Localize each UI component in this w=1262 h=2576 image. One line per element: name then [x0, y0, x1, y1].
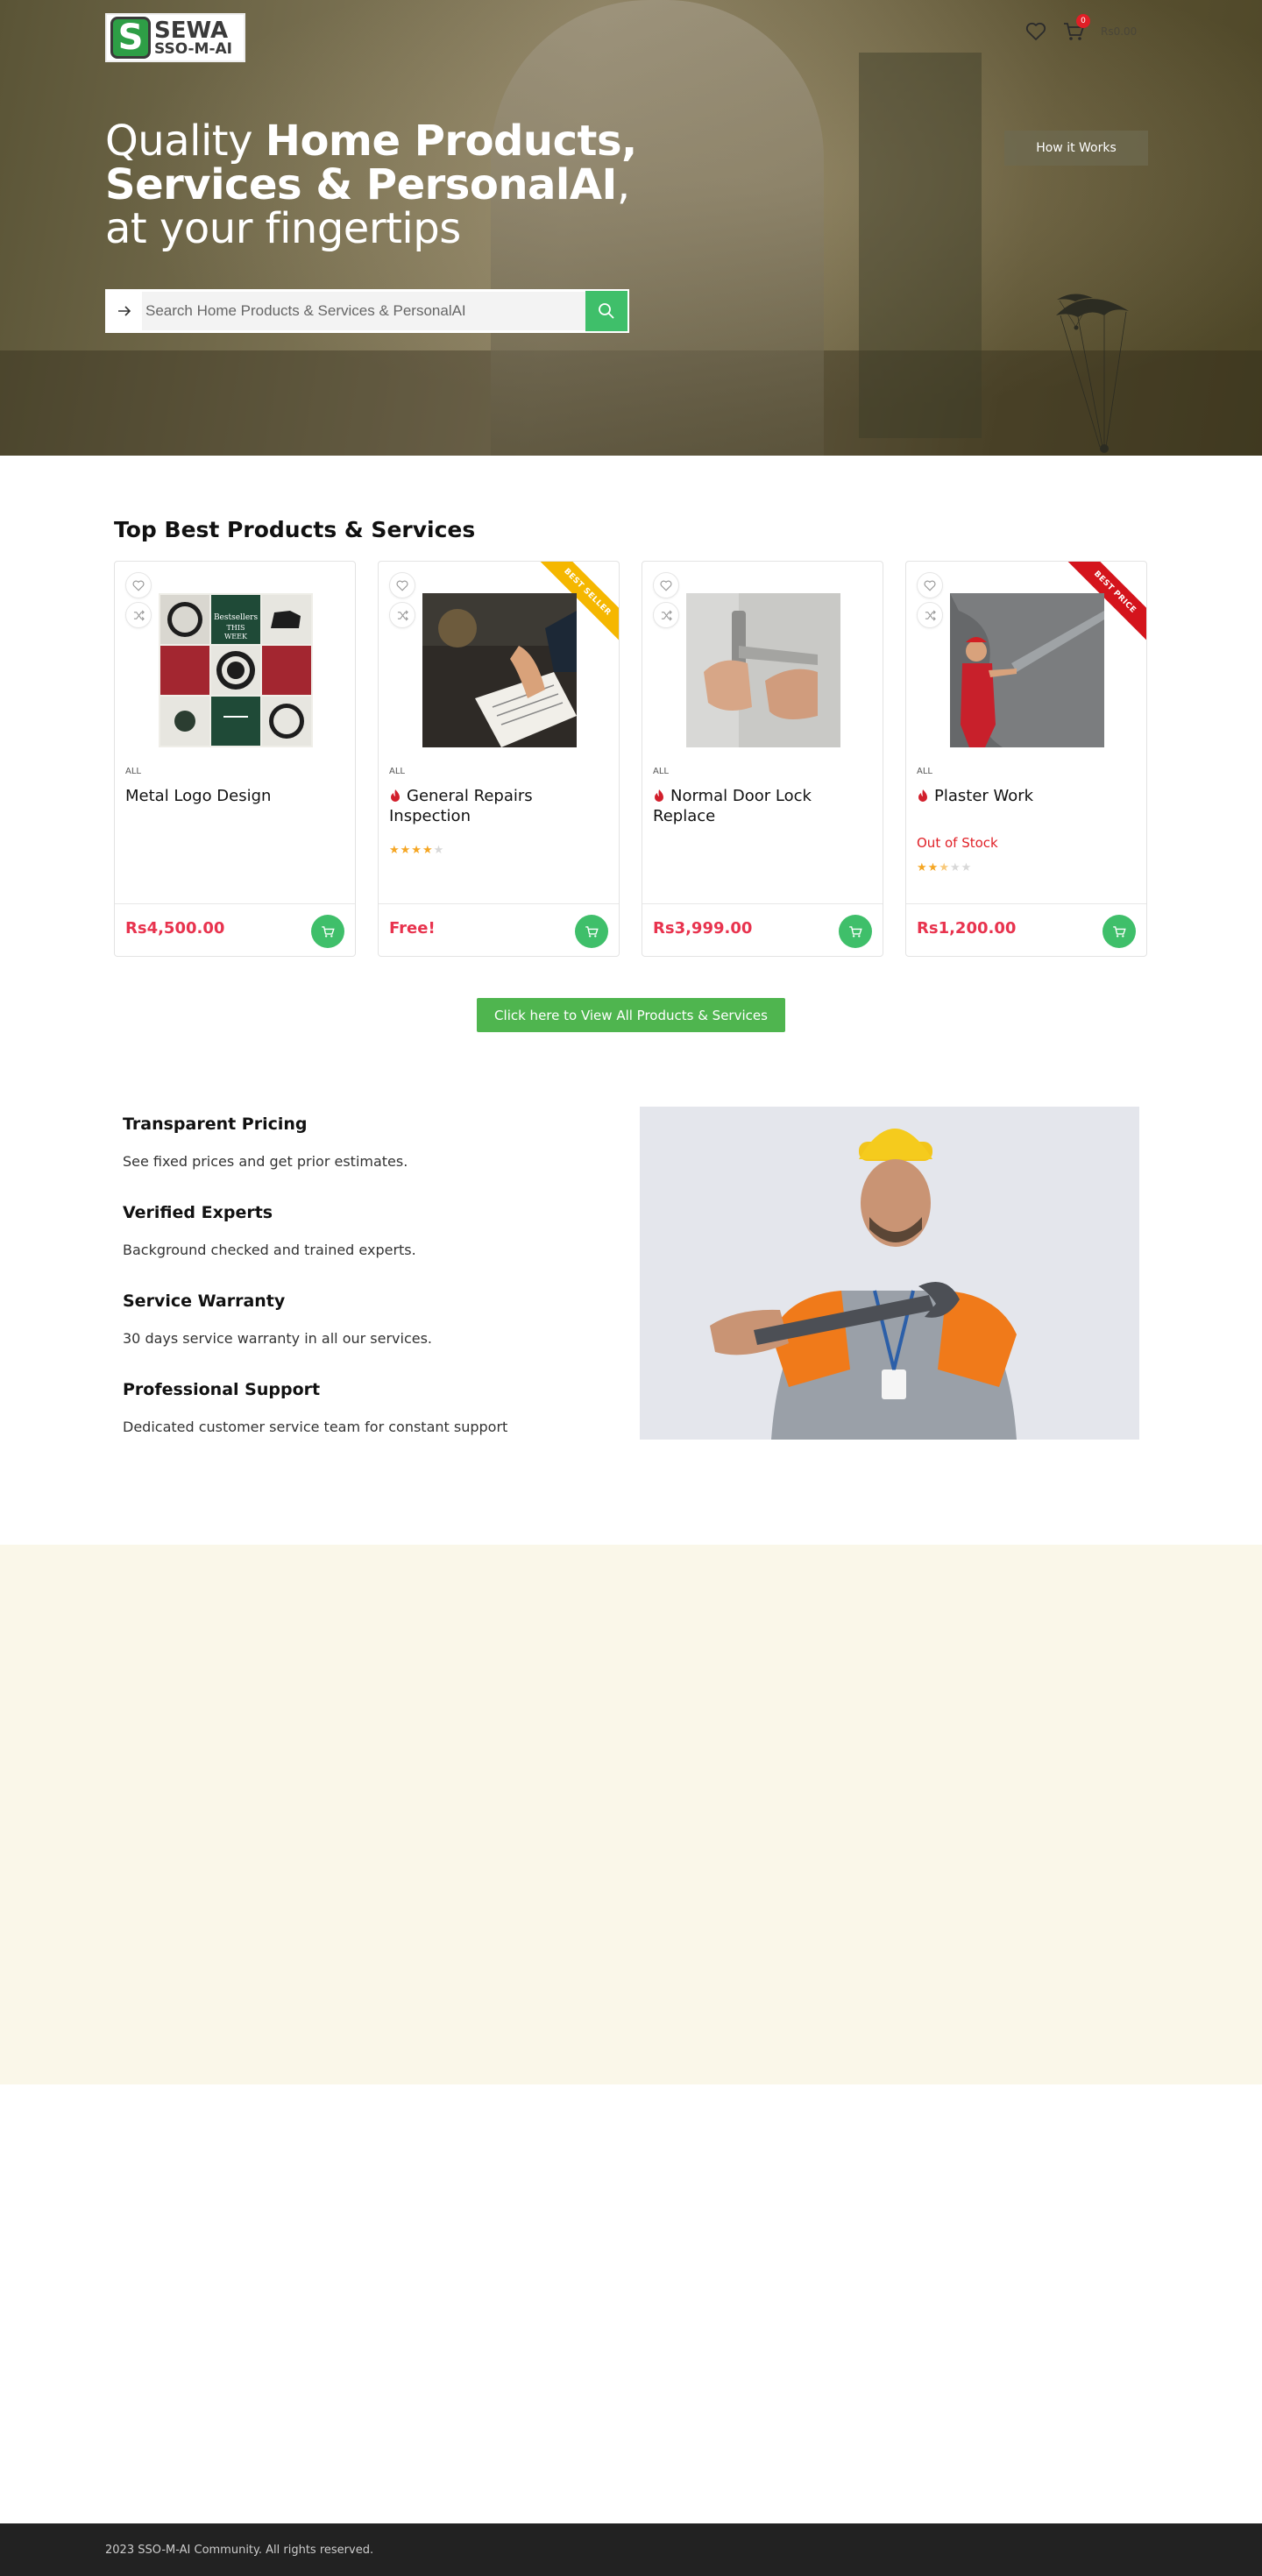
- cart-icon[interactable]: 0: [1062, 14, 1090, 42]
- add-to-cart-button[interactable]: [1102, 915, 1136, 948]
- product-grid: Bestsellers THIS WEEK ALL Metal Logo Desig…: [114, 561, 1147, 957]
- svg-text:Bestsellers: Bestsellers: [214, 613, 259, 622]
- card-divider: [906, 903, 1146, 904]
- product-card[interactable]: Bestsellers THIS WEEK ALL Metal Logo Desig…: [114, 561, 356, 957]
- product-category[interactable]: ALL: [125, 767, 141, 776]
- cart-plus-icon: [585, 925, 599, 938]
- copyright-text: 2023 SSO-M-AI Community. All rights rese…: [105, 2543, 374, 2557]
- view-all-products-button[interactable]: Click here to View All Products & Servic…: [477, 998, 785, 1032]
- product-card[interactable]: ALL Normal Door Lock Replace Rs3,999.00: [642, 561, 883, 957]
- site-footer: 2023 SSO-M-AI Community. All rights rese…: [0, 2523, 1262, 2576]
- search-button[interactable]: [585, 291, 627, 331]
- feature-item: Service Warranty 30 days service warrant…: [123, 1292, 561, 1347]
- add-to-cart-button[interactable]: [311, 915, 344, 948]
- search-bar: [105, 289, 629, 333]
- hero-drill-press: [859, 53, 982, 438]
- cart-count-badge: 0: [1076, 14, 1090, 28]
- product-image[interactable]: [422, 593, 577, 747]
- svg-text:WEEK: WEEK: [224, 633, 248, 640]
- rating-stars: ★★★★★: [389, 844, 445, 857]
- product-image[interactable]: [686, 593, 840, 747]
- feature-text: Background checked and trained experts.: [123, 1242, 416, 1258]
- heart-icon[interactable]: [653, 572, 679, 598]
- heart-icon[interactable]: [389, 572, 415, 598]
- product-image[interactable]: Bestsellers THIS WEEK: [159, 593, 313, 747]
- product-category[interactable]: ALL: [653, 767, 669, 776]
- arrow-right-icon: [107, 305, 142, 317]
- product-name-text[interactable]: General Repairs Inspection: [389, 787, 533, 825]
- feature-title: Verified Experts: [123, 1203, 273, 1222]
- product-name-text[interactable]: Plaster Work: [934, 787, 1033, 805]
- hero-line1-light: Quality: [105, 117, 266, 166]
- compare-icon[interactable]: [917, 602, 943, 628]
- cart-total[interactable]: Rs0.00: [1101, 25, 1137, 38]
- product-name[interactable]: General Repairs Inspection: [389, 786, 608, 826]
- product-price: Free!: [389, 919, 436, 938]
- feature-title: Service Warranty: [123, 1292, 286, 1311]
- feature-title: Professional Support: [123, 1380, 321, 1399]
- card-divider: [642, 903, 883, 904]
- hero-line1-bold: Home Products,: [265, 117, 638, 166]
- feature-title: Transparent Pricing: [123, 1115, 308, 1134]
- cart-plus-icon: [849, 925, 862, 938]
- search-icon: [599, 303, 614, 319]
- hero-line2-tail: ,: [616, 160, 630, 209]
- flame-icon: [655, 789, 663, 802]
- feature-item: Professional Support Dedicated customer …: [123, 1380, 561, 1435]
- worker-with-wrench-photo: [640, 1107, 1139, 1440]
- logo-text-secondary: SSO-M-AI: [154, 39, 233, 58]
- product-category[interactable]: ALL: [917, 767, 932, 776]
- card-divider: [379, 903, 619, 904]
- product-price: Rs1,200.00: [917, 919, 1017, 938]
- cream-section: [0, 1545, 1262, 2084]
- site-logo[interactable]: S SEWA SSO-M-AI: [105, 13, 245, 62]
- heart-icon[interactable]: [1025, 22, 1046, 41]
- hero-line3-light: at your fingertips: [105, 204, 461, 253]
- search-input[interactable]: [142, 292, 585, 330]
- logo-mark: S: [110, 17, 151, 59]
- feature-text: See fixed prices and get prior estimates…: [123, 1153, 408, 1170]
- product-name[interactable]: Normal Door Lock Replace: [653, 786, 872, 826]
- feature-item: Verified Experts Background checked and …: [123, 1203, 561, 1258]
- product-name[interactable]: Metal Logo Design: [125, 786, 344, 806]
- hero-headline: Quality Home Products, Services & Person…: [105, 119, 637, 251]
- heart-icon[interactable]: [917, 572, 943, 598]
- cart-plus-icon: [1113, 925, 1126, 938]
- section-title-top-products: Top Best Products & Services: [114, 517, 476, 542]
- product-name-text[interactable]: Normal Door Lock Replace: [653, 787, 812, 825]
- cart-plus-icon: [322, 925, 335, 938]
- feature-text: 30 days service warranty in all our serv…: [123, 1330, 433, 1347]
- compare-icon[interactable]: [653, 602, 679, 628]
- add-to-cart-button[interactable]: [575, 915, 608, 948]
- product-name[interactable]: Plaster Work: [917, 786, 1136, 806]
- flame-icon: [918, 789, 927, 802]
- product-name-text[interactable]: Metal Logo Design: [125, 787, 271, 805]
- compare-icon[interactable]: [125, 602, 152, 628]
- heart-icon[interactable]: [125, 572, 152, 598]
- out-of-stock-label: Out of Stock: [917, 835, 998, 851]
- feature-text: Dedicated customer service team for cons…: [123, 1419, 508, 1435]
- product-image[interactable]: [950, 593, 1104, 747]
- how-it-works-button[interactable]: How it Works: [1004, 131, 1148, 166]
- svg-text:THIS: THIS: [227, 624, 245, 632]
- add-to-cart-button[interactable]: [839, 915, 872, 948]
- paraglider-small-graphic: [1057, 294, 1093, 330]
- hero-line2-bold: Services & PersonalAI: [105, 160, 617, 209]
- feature-item: Transparent Pricing See fixed prices and…: [123, 1115, 561, 1170]
- logo-text-primary: SEWA: [154, 17, 229, 44]
- flame-icon: [391, 789, 400, 802]
- compare-icon[interactable]: [389, 602, 415, 628]
- rating-stars: ★★★★★: [917, 861, 973, 874]
- card-divider: [115, 903, 355, 904]
- product-category[interactable]: ALL: [389, 767, 405, 776]
- product-card[interactable]: BEST SELLER ALL General Repairs Inspecti…: [378, 561, 620, 957]
- hero-banner: S SEWA SSO-M-AI 0 Rs0.00 Quality Home Pr…: [0, 0, 1262, 456]
- product-price: Rs3,999.00: [653, 919, 753, 938]
- product-price: Rs4,500.00: [125, 919, 225, 938]
- product-card[interactable]: BEST PRICE ALL Plaster Work Out of Stock…: [905, 561, 1147, 957]
